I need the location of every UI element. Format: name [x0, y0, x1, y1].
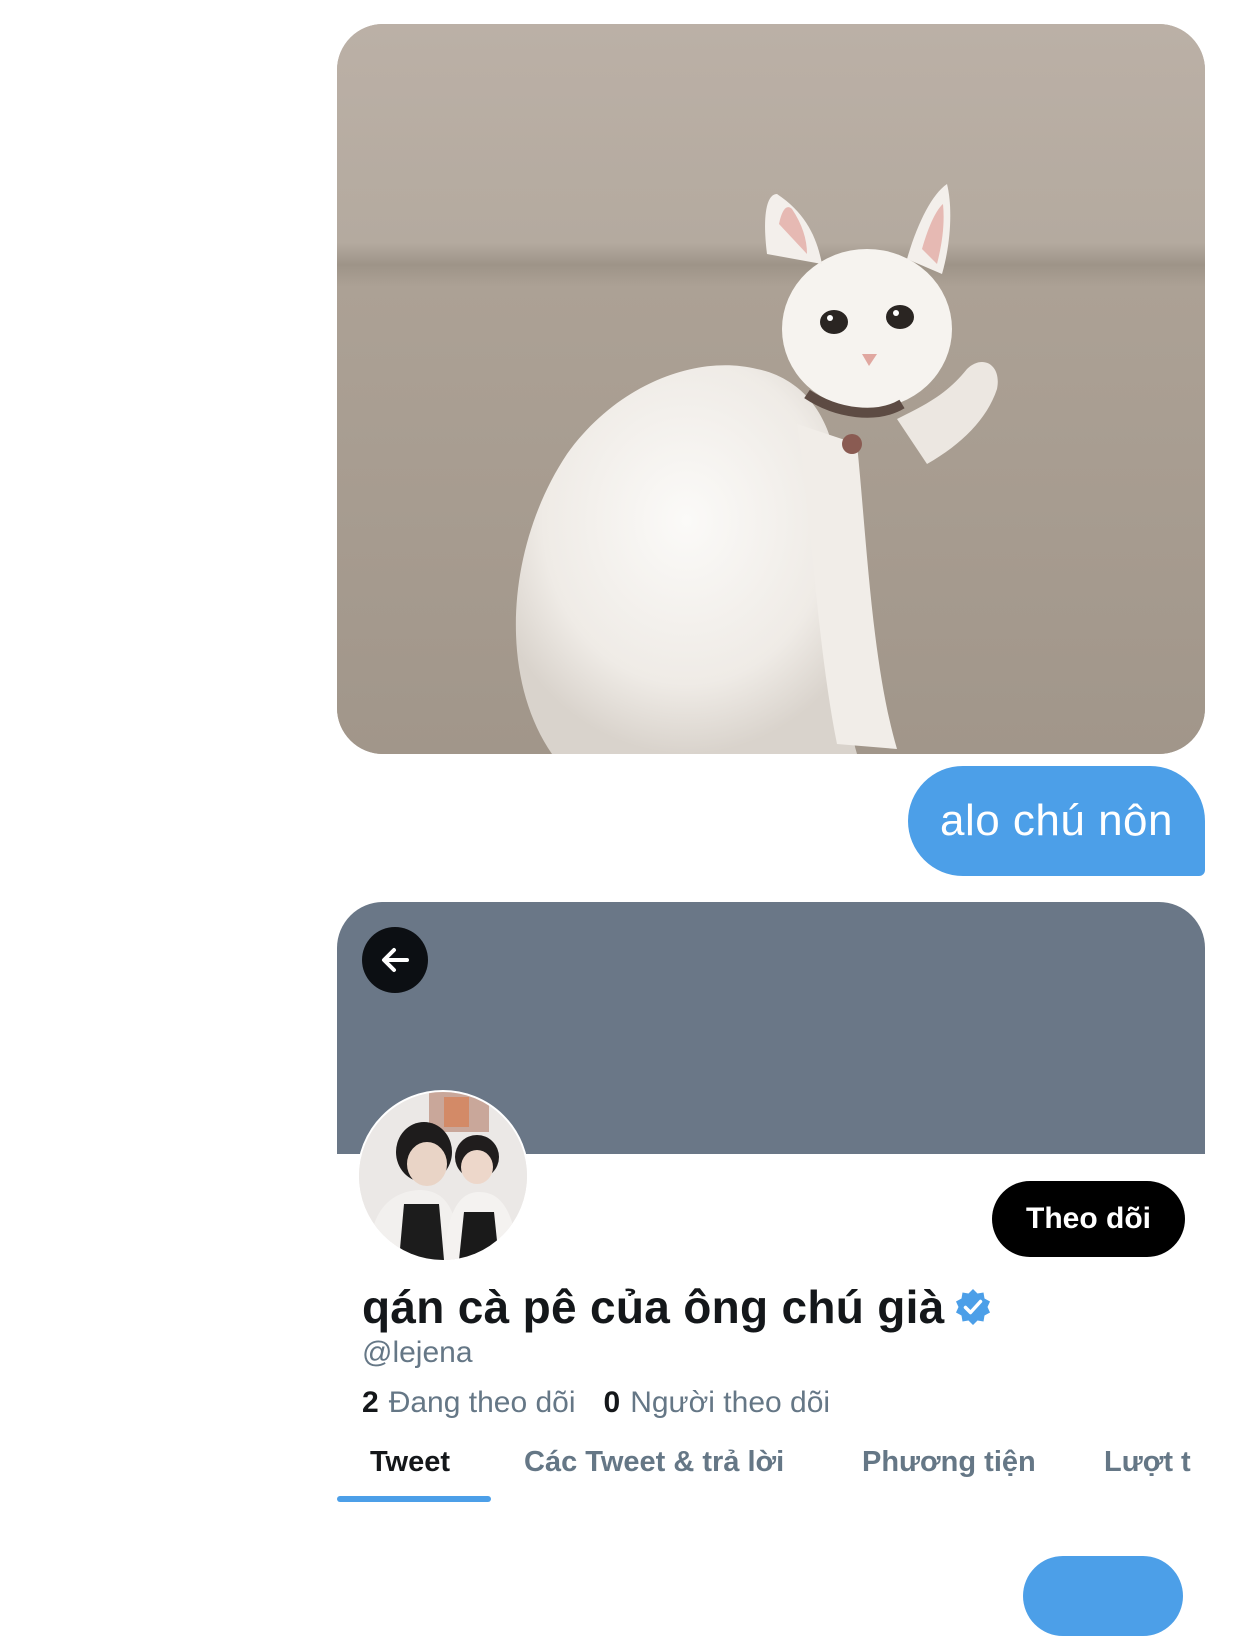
follow-stats: 2 Đang theo dõi 0 Người theo dõi	[362, 1386, 830, 1420]
followers-label: Người theo dõi	[630, 1386, 831, 1419]
sent-message-bubble[interactable]: alo chú nôn	[907, 766, 1205, 876]
avatar[interactable]	[357, 1090, 529, 1262]
back-button[interactable]	[362, 927, 428, 993]
cat-photo	[337, 24, 1205, 754]
profile-card[interactable]: Theo dõi qán cà pê của ông chú già @leje…	[337, 902, 1205, 1622]
avatar-photo	[359, 1092, 527, 1260]
following-label: Đang theo dõi	[388, 1386, 576, 1419]
display-name: qán cà pê của ông chú già	[362, 1281, 945, 1333]
tab-likes[interactable]: Lượt t	[1104, 1432, 1191, 1522]
followers-stat[interactable]: 0 Người theo dõi	[604, 1386, 831, 1420]
cat-image-message[interactable]	[337, 24, 1205, 754]
tab-tweet[interactable]: Tweet	[370, 1432, 450, 1522]
following-stat[interactable]: 2 Đang theo dõi	[362, 1386, 576, 1420]
followers-count: 0	[603, 1386, 621, 1419]
profile-tabs: Tweet Các Tweet & trả lời Phương tiện Lư…	[337, 1432, 1205, 1522]
message-text: alo chú nôn	[939, 796, 1173, 845]
tab-media[interactable]: Phương tiện	[862, 1432, 1036, 1522]
active-tab-indicator	[337, 1496, 491, 1502]
following-count: 2	[362, 1386, 379, 1419]
display-name-row: qán cà pê của ông chú già	[362, 1280, 993, 1334]
arrow-left-icon	[382, 948, 409, 972]
verified-badge-icon	[955, 1289, 990, 1325]
follow-button[interactable]: Theo dõi	[992, 1181, 1185, 1257]
tab-tweets-and-replies[interactable]: Các Tweet & trả lời	[524, 1432, 784, 1522]
floating-action-button[interactable]	[1023, 1556, 1183, 1636]
user-handle: @lejena	[362, 1336, 473, 1369]
